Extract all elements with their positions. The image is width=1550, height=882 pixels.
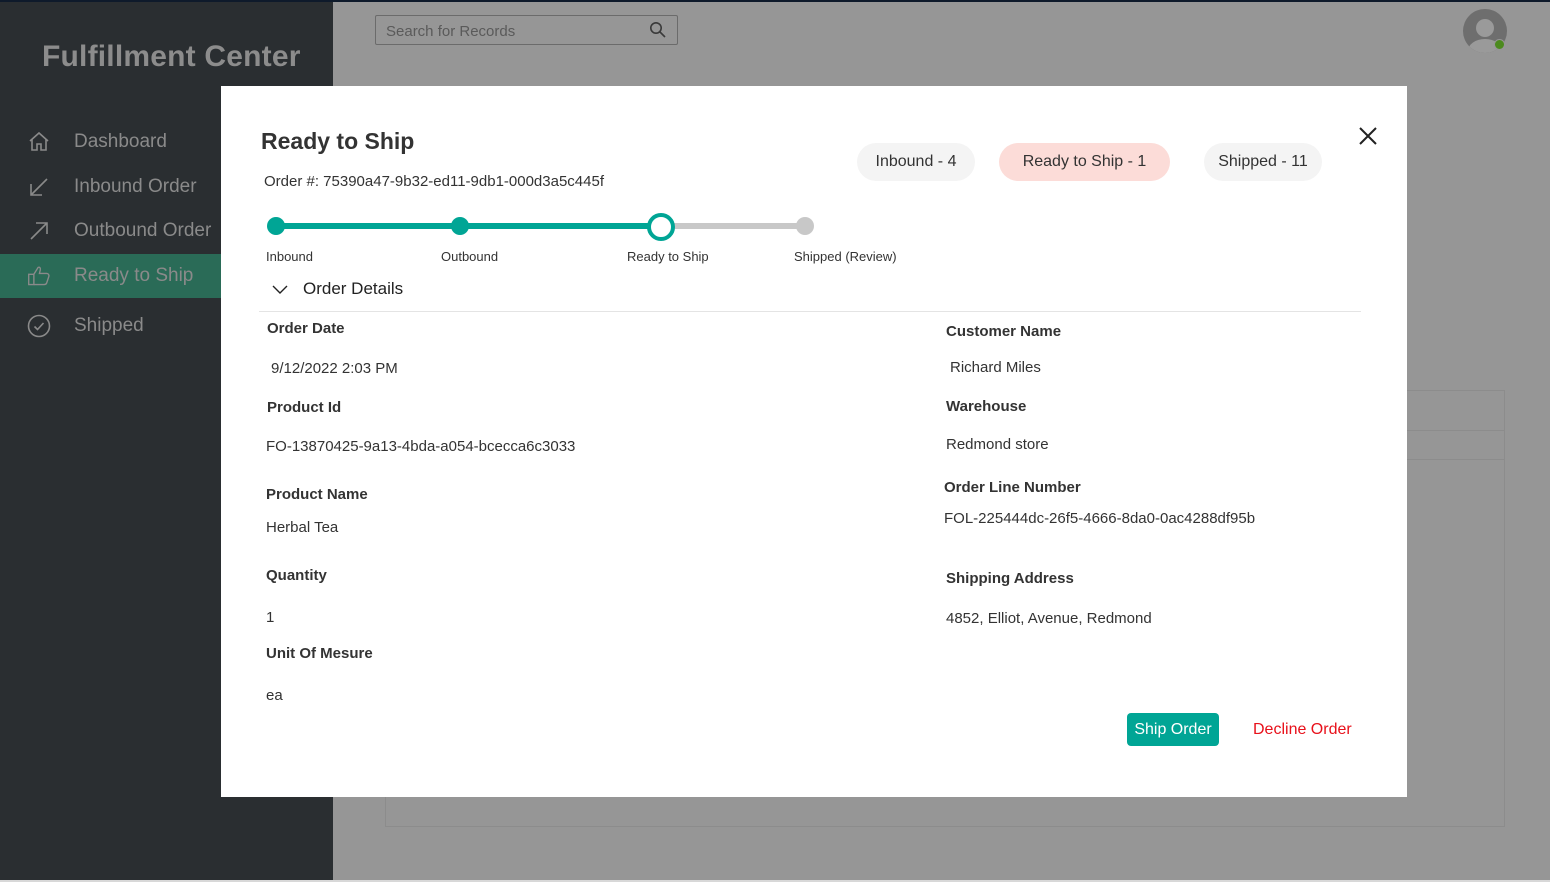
product-name-value: Herbal Tea xyxy=(266,519,339,536)
section-label: Order Details xyxy=(303,279,404,298)
ship-order-button[interactable]: Ship Order xyxy=(1127,713,1219,746)
customer-name-value: Richard Miles xyxy=(950,359,1041,376)
stepper-segment xyxy=(276,223,460,229)
unit-label: Unit Of Mesure xyxy=(266,645,373,662)
check-circle-icon xyxy=(27,314,51,338)
customer-name-label: Customer Name xyxy=(946,323,1062,340)
order-date-value: 9/12/2022 2:03 PM xyxy=(271,360,398,377)
pill-label: Ready to Ship - 1 xyxy=(1022,153,1147,170)
stepper-dot[interactable] xyxy=(267,217,285,235)
home-icon xyxy=(27,130,51,154)
modal-title: Ready to Ship xyxy=(261,128,415,154)
order-date-label: Order Date xyxy=(267,320,345,337)
warehouse-value: Redmond store xyxy=(946,436,1049,453)
app-title: Fulfillment Center xyxy=(42,40,301,73)
sidebar-item-label: Outbound Order xyxy=(74,220,212,241)
order-details-modal: Ready to Ship Order #: 75390a47-9b32-ed1… xyxy=(221,86,1407,797)
pill-ready-to-ship[interactable]: Ready to Ship - 1 xyxy=(999,143,1170,181)
sidebar-item-shipped[interactable]: Shipped xyxy=(0,304,221,348)
search-input[interactable] xyxy=(384,20,643,42)
stepper-segment xyxy=(460,223,661,229)
product-id-label: Product Id xyxy=(267,399,342,416)
progress-stepper xyxy=(265,213,825,241)
presence-status-dot xyxy=(1494,39,1505,50)
arrow-up-right-icon xyxy=(27,219,51,243)
close-icon xyxy=(1359,127,1377,145)
search-box xyxy=(375,15,678,45)
order-line-label: Order Line Number xyxy=(944,479,1081,496)
sidebar-item-inbound-order[interactable]: Inbound Order xyxy=(0,165,221,209)
sidebar-item-dashboard[interactable]: Dashboard xyxy=(0,120,221,164)
stepper-dot[interactable] xyxy=(451,217,469,235)
pill-label: Shipped - 11 xyxy=(1218,153,1308,170)
sidebar-item-outbound-order[interactable]: Outbound Order xyxy=(0,209,221,253)
order-line-value: FOL-225444dc-26f5-4666-8da0-0ac4288df95b xyxy=(944,510,1256,527)
stepper-dot[interactable] xyxy=(796,217,814,235)
section-divider xyxy=(259,311,1361,312)
stepper-dot[interactable] xyxy=(647,213,675,241)
pill-label: Inbound - 4 xyxy=(875,153,957,170)
sidebar-item-ready-to-ship[interactable]: Ready to Ship xyxy=(0,254,221,298)
order-details-toggle[interactable]: Order Details xyxy=(271,279,403,299)
quantity-value: 1 xyxy=(266,609,275,626)
decline-order-button[interactable]: Decline Order xyxy=(1245,713,1360,746)
chevron-down-icon xyxy=(272,285,288,294)
search-icon[interactable] xyxy=(649,21,667,44)
arrow-down-left-icon xyxy=(27,175,51,199)
step-label: Inbound xyxy=(266,249,313,264)
sidebar-item-label: Ready to Ship xyxy=(74,265,194,286)
pill-shipped[interactable]: Shipped - 11 xyxy=(1204,143,1322,181)
product-name-label: Product Name xyxy=(266,486,368,503)
sidebar-item-label: Shipped xyxy=(74,315,144,336)
order-number: Order #: 75390a47-9b32-ed11-9db1-000d3a5… xyxy=(264,173,604,190)
window-top-border xyxy=(0,0,1550,2)
avatar-head xyxy=(1476,19,1494,37)
quantity-label: Quantity xyxy=(266,567,327,584)
close-button[interactable] xyxy=(1355,123,1381,149)
stepper-segment xyxy=(661,223,805,229)
unit-value: ea xyxy=(266,687,283,704)
step-label: Shipped (Review) xyxy=(794,249,897,264)
product-id-value: FO-13870425-9a13-4bda-a054-bcecca6c3033 xyxy=(266,438,576,455)
step-label: Outbound xyxy=(441,249,499,264)
shipping-address-value: 4852, Elliot, Avenue, Redmond xyxy=(946,610,1152,627)
warehouse-label: Warehouse xyxy=(946,398,1027,415)
sidebar-item-label: Dashboard xyxy=(74,131,167,152)
step-label: Ready to Ship xyxy=(627,249,709,264)
shipping-address-label: Shipping Address xyxy=(946,570,1074,587)
pill-inbound[interactable]: Inbound - 4 xyxy=(857,143,975,181)
sidebar-item-label: Inbound Order xyxy=(74,176,197,197)
thumbs-up-icon xyxy=(27,264,51,288)
